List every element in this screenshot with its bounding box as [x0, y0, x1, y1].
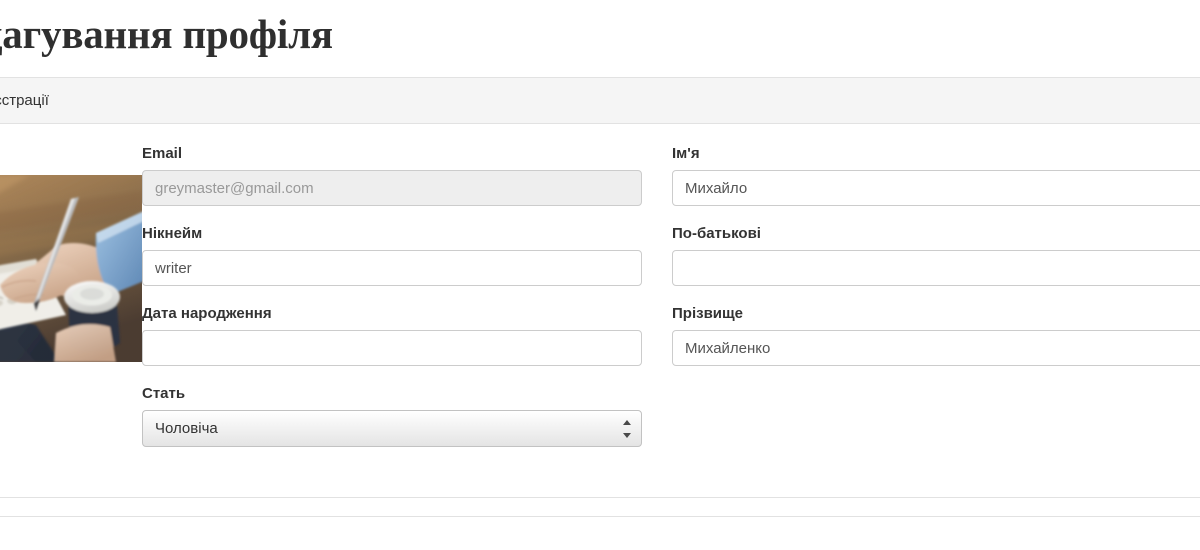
lastname-label: Прізвище — [672, 305, 744, 322]
form-row: Фото — [0, 144, 1200, 465]
panel-heading: Дата реєстрації — [0, 78, 1200, 124]
gender-select-wrap: ЧоловічаЖіноча — [142, 410, 642, 447]
field-lastname: Прізвище — [672, 304, 1200, 366]
birthdate-input[interactable] — [142, 330, 642, 366]
right-form-column: Ім'я По-батькові Прізвище — [672, 144, 1200, 384]
lastname-input[interactable] — [672, 330, 1200, 366]
photo-label: Фото — [0, 144, 142, 163]
field-email: Email — [142, 144, 642, 206]
gender-select[interactable]: ЧоловічаЖіноча — [142, 410, 642, 447]
email-input — [142, 170, 642, 206]
field-nickname: Нікнейм — [142, 224, 642, 286]
avatar-image — [0, 175, 142, 362]
photo-column: Фото — [0, 144, 142, 362]
panel-body: Фото — [0, 124, 1200, 497]
field-birthdate: Дата народження — [142, 304, 642, 366]
panel-footer-divider — [0, 497, 1200, 516]
avatar[interactable] — [0, 175, 142, 362]
left-form-column: Email Нікнейм Дата народження Стать — [142, 144, 672, 465]
gender-label: Стать — [142, 385, 186, 402]
patronymic-label: По-батькові — [672, 225, 761, 242]
profile-panel: Дата реєстрації Фото — [0, 77, 1200, 517]
field-patronymic: По-батькові — [672, 224, 1200, 286]
birthdate-label: Дата народження — [142, 305, 272, 322]
email-label: Email — [142, 145, 183, 162]
firstname-input[interactable] — [672, 170, 1200, 206]
nickname-label: Нікнейм — [142, 225, 203, 242]
page-title: Редагування профіля — [0, 11, 333, 57]
patronymic-input[interactable] — [672, 250, 1200, 286]
field-firstname: Ім'я — [672, 144, 1200, 206]
profile-edit-page: Редагування профіля Дата реєстрації Фото — [0, 0, 1200, 550]
field-gender: Стать ЧоловічаЖіноча — [142, 384, 642, 447]
nickname-input[interactable] — [142, 250, 642, 286]
firstname-label: Ім'я — [672, 145, 700, 162]
